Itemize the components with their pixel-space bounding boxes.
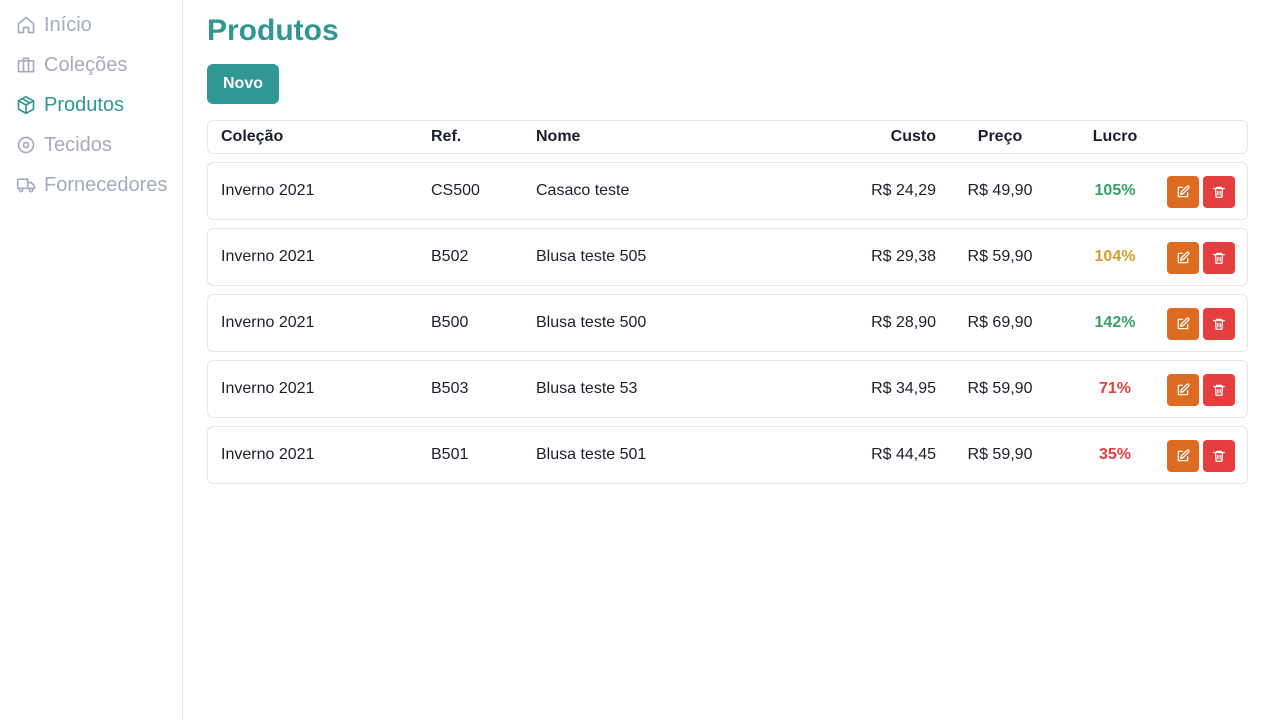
cell-name: Blusa teste 500 (536, 314, 647, 331)
cell-ref: B502 (431, 248, 469, 265)
cell-name: Blusa teste 53 (536, 380, 638, 397)
delete-button[interactable] (1203, 440, 1235, 472)
edit-button[interactable] (1167, 176, 1199, 208)
delete-button[interactable] (1203, 242, 1235, 274)
cell-collection: Inverno 2021 (221, 380, 315, 397)
edit-icon (1177, 449, 1190, 462)
header-collection: Coleção (221, 128, 284, 145)
new-product-button[interactable]: Novo (207, 64, 279, 104)
cell-price: R$ 59,90 (967, 446, 1033, 463)
cell-name: Blusa teste 505 (536, 248, 647, 265)
edit-button[interactable] (1167, 440, 1199, 472)
sidebar-item-label: Tecidos (44, 133, 112, 156)
cell-cost: R$ 24,29 (871, 182, 936, 199)
sidebar: Início Coleções Produtos Tecidos Fornece… (0, 0, 183, 720)
cell-profit: 35% (1098, 446, 1132, 463)
sidebar-item-tecidos[interactable]: Tecidos (16, 130, 112, 160)
header-price: Preço (977, 128, 1023, 145)
sidebar-item-colecoes[interactable]: Coleções (16, 50, 127, 80)
table-row: Inverno 2021 B500 Blusa teste 500 R$ 28,… (207, 294, 1248, 352)
cell-profit: 104% (1094, 248, 1136, 265)
table-row: Inverno 2021 CS500 Casaco teste R$ 24,29… (207, 162, 1248, 220)
edit-icon (1177, 383, 1190, 396)
cell-ref: B500 (431, 314, 469, 331)
cell-collection: Inverno 2021 (221, 248, 315, 265)
trash-icon (1213, 252, 1225, 264)
cell-cost: R$ 44,45 (871, 446, 936, 463)
cell-ref: CS500 (431, 182, 480, 199)
edit-icon (1177, 185, 1190, 198)
sidebar-item-label: Coleções (44, 53, 128, 76)
header-name: Nome (536, 128, 581, 145)
cell-price: R$ 59,90 (967, 248, 1033, 265)
cell-name: Blusa teste 501 (536, 446, 647, 463)
cell-cost: R$ 34,95 (871, 380, 936, 397)
sidebar-item-fornecedores[interactable]: Fornecedores (16, 170, 167, 200)
cell-price: R$ 69,90 (967, 314, 1033, 331)
cell-ref: B501 (431, 446, 469, 463)
sidebar-item-produtos[interactable]: Produtos (16, 90, 124, 120)
cell-price: R$ 49,90 (967, 182, 1033, 199)
header-cost: Custo (890, 128, 936, 145)
cell-profit: 105% (1094, 182, 1136, 199)
delete-button[interactable] (1203, 176, 1235, 208)
page-title: Produtos (207, 14, 339, 47)
cell-name: Casaco teste (536, 182, 630, 199)
trash-icon (1213, 186, 1225, 198)
cell-collection: Inverno 2021 (221, 182, 315, 199)
cell-cost: R$ 29,38 (871, 248, 936, 265)
cell-ref: B503 (431, 380, 469, 397)
cell-price: R$ 59,90 (967, 380, 1033, 397)
edit-icon (1177, 251, 1190, 264)
table-row: Inverno 2021 B502 Blusa teste 505 R$ 29,… (207, 228, 1248, 286)
cell-cost: R$ 28,90 (871, 314, 936, 331)
sidebar-item-label: Início (44, 13, 92, 36)
edit-icon (1177, 317, 1190, 330)
edit-button[interactable] (1167, 308, 1199, 340)
table-row: Inverno 2021 B501 Blusa teste 501 R$ 44,… (207, 426, 1248, 484)
cell-collection: Inverno 2021 (221, 314, 315, 331)
header-profit: Lucro (1092, 128, 1138, 145)
cell-profit: 142% (1094, 314, 1136, 331)
table-row: Inverno 2021 B503 Blusa teste 53 R$ 34,9… (207, 360, 1248, 418)
box-icon (16, 95, 36, 115)
sidebar-item-inicio[interactable]: Início (16, 10, 92, 40)
delete-button[interactable] (1203, 308, 1235, 340)
trash-icon (1213, 384, 1225, 396)
home-icon (16, 15, 36, 35)
sidebar-item-label: Produtos (44, 93, 125, 116)
truck-icon (16, 175, 36, 195)
disc-icon (16, 135, 36, 155)
briefcase-icon (16, 55, 36, 75)
trash-icon (1213, 450, 1225, 462)
sidebar-item-label: Fornecedores (44, 173, 168, 196)
cell-profit: 71% (1098, 380, 1132, 397)
edit-button[interactable] (1167, 374, 1199, 406)
edit-button[interactable] (1167, 242, 1199, 274)
table-header: Coleção Ref. Nome Custo Preço Lucro (207, 120, 1248, 154)
cell-collection: Inverno 2021 (221, 446, 315, 463)
header-ref: Ref. (431, 128, 462, 145)
delete-button[interactable] (1203, 374, 1235, 406)
trash-icon (1213, 318, 1225, 330)
